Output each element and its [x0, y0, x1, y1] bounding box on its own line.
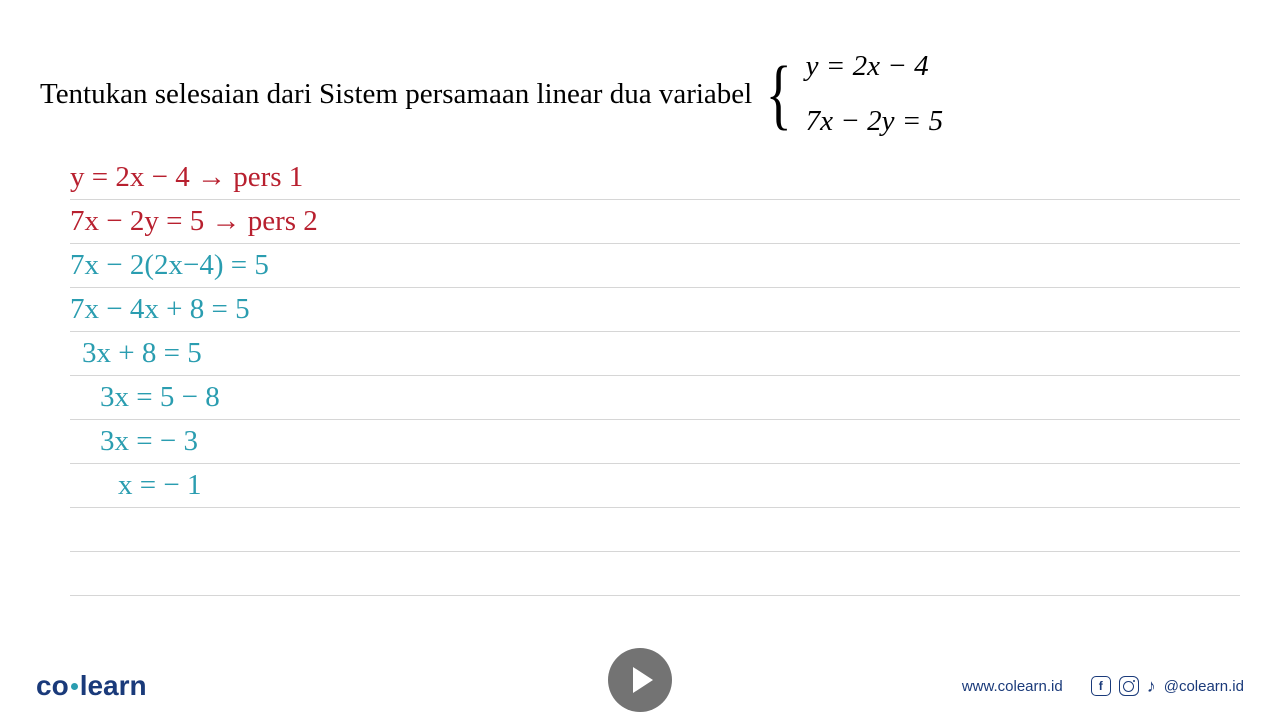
facebook-icon: f — [1091, 676, 1111, 696]
equation-system: { y = 2x − 4 7x − 2y = 5 — [760, 50, 943, 138]
empty-line — [70, 552, 1240, 596]
equation-1: y = 2x − 4 — [806, 50, 943, 83]
tiktok-icon: ♪ — [1147, 676, 1156, 697]
social-handle: @colearn.id — [1164, 678, 1244, 695]
left-brace-icon: { — [766, 63, 792, 125]
question-text: Tentukan selesaian dari Sistem persamaan… — [40, 78, 752, 111]
work-line-8: x = − 1 — [118, 469, 201, 502]
logo-learn: learn — [80, 670, 147, 701]
logo-co: co — [36, 670, 69, 701]
work-line-4: 7x − 4x + 8 = 5 — [70, 293, 250, 326]
work-line-6: 3x = 5 − 8 — [100, 381, 220, 414]
question-row: Tentukan selesaian dari Sistem persamaan… — [40, 50, 1240, 138]
instagram-icon — [1119, 676, 1139, 696]
website-url: www.colearn.id — [962, 678, 1063, 695]
handwritten-work: y = 2x − 4 → pers 1 7x − 2y = 5 → pers 2… — [70, 156, 1240, 596]
play-button[interactable] — [608, 648, 672, 712]
work-line-3: 7x − 2(2x−4) = 5 — [70, 249, 269, 282]
work-line-7: 3x = − 3 — [100, 425, 198, 458]
equation-2: 7x − 2y = 5 — [806, 105, 943, 138]
logo-dot-icon — [71, 683, 78, 690]
work-line-2: 7x − 2y = 5 → pers 2 — [70, 205, 318, 238]
empty-line — [70, 508, 1240, 552]
social-links: f ♪ @colearn.id — [1091, 676, 1244, 697]
work-line-1: y = 2x − 4 → pers 1 — [70, 161, 303, 194]
logo: colearn — [36, 670, 147, 702]
work-line-5: 3x + 8 = 5 — [82, 337, 202, 370]
